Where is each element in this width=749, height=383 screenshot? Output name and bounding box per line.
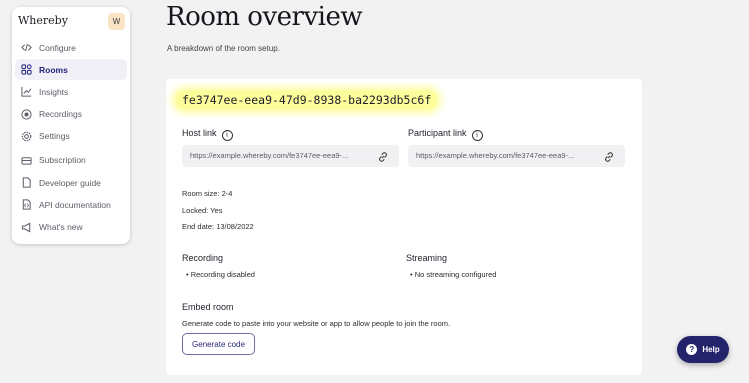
embed-room-description: Generate code to paste into your website… [182, 319, 451, 328]
room-card: fe3747ee-eea9-47d9-8938-ba2293db5c6f Hos… [166, 79, 642, 375]
room-size: Room size: 2-4 [182, 189, 233, 198]
chart-icon [20, 86, 32, 98]
sidebar-item-label: API documentation [39, 199, 111, 210]
host-link-label-text: Host link [182, 128, 217, 138]
sidebar-item-subscription[interactable]: Subscription [15, 150, 127, 171]
sidebar-item-label: Developer guide [39, 177, 101, 188]
recording-value: • Recording disabled [186, 270, 255, 279]
sidebar-item-insights[interactable]: Insights [15, 81, 127, 102]
sidebar-item-label: Configure [39, 42, 76, 53]
sidebar-item-configure[interactable]: Configure [15, 37, 127, 58]
page-subtitle: A breakdown of the room setup. [167, 44, 280, 53]
copy-link-icon[interactable] [377, 150, 389, 162]
host-link-field[interactable]: https://example.whereby.com/fe3747ee-eea… [182, 145, 399, 167]
end-date: End date: 13/08/2022 [182, 222, 254, 231]
sidebar: Whereby W Configure Rooms Insights Recor… [12, 7, 130, 244]
gear-icon [20, 130, 32, 142]
info-icon[interactable]: i [471, 130, 483, 141]
generate-code-button[interactable]: Generate code [182, 333, 255, 355]
code-icon [20, 42, 32, 54]
participant-link-value: https://example.whereby.com/fe3747ee-eea… [416, 151, 575, 160]
participant-link-field[interactable]: https://example.whereby.com/fe3747ee-eea… [408, 145, 625, 167]
sidebar-nav: Configure Rooms Insights Recordings Sett… [15, 37, 127, 239]
api-doc-icon [20, 199, 32, 211]
sidebar-item-label: Rooms [39, 64, 68, 75]
participant-link-label: Participant link i [408, 128, 483, 141]
help-button[interactable]: ? Help [677, 336, 729, 363]
streaming-value: • No streaming configured [410, 270, 497, 279]
embed-room-label: Embed room [182, 302, 234, 312]
participant-link-label-text: Participant link [408, 128, 467, 138]
streaming-label: Streaming [406, 253, 448, 263]
sidebar-item-rooms[interactable]: Rooms [15, 59, 127, 81]
sidebar-item-label: Subscription [39, 155, 86, 166]
sidebar-item-label: Settings [39, 131, 70, 142]
page-title: Room overview [166, 2, 363, 32]
record-icon [20, 108, 32, 120]
sidebar-item-settings[interactable]: Settings [15, 126, 127, 147]
megaphone-icon [20, 221, 32, 233]
document-icon [20, 177, 32, 189]
help-label: Help [702, 345, 720, 354]
sidebar-item-recordings[interactable]: Recordings [15, 104, 127, 125]
question-icon: ? [686, 344, 698, 355]
sidebar-item-label: Insights [39, 86, 69, 97]
sidebar-item-developer-guide[interactable]: Developer guide [15, 172, 127, 193]
host-link-label: Host link i [182, 128, 233, 141]
grid-icon [20, 64, 32, 76]
copy-link-icon[interactable] [603, 150, 615, 162]
sidebar-item-whats-new[interactable]: What's new [15, 217, 127, 238]
room-id: fe3747ee-eea9-47d9-8938-ba2293db5c6f [176, 91, 438, 109]
sidebar-item-api-documentation[interactable]: API documentation [15, 194, 127, 215]
avatar[interactable]: W [108, 13, 125, 30]
info-icon[interactable]: i [221, 130, 233, 141]
host-link-value: https://example.whereby.com/fe3747ee-eea… [190, 151, 349, 160]
card-icon [20, 154, 32, 166]
locked-status: Locked: Yes [182, 206, 223, 215]
brand-logo[interactable]: Whereby [18, 14, 68, 27]
recording-label: Recording [182, 253, 224, 263]
sidebar-item-label: Recordings [39, 109, 82, 120]
sidebar-item-label: What's new [39, 222, 83, 232]
